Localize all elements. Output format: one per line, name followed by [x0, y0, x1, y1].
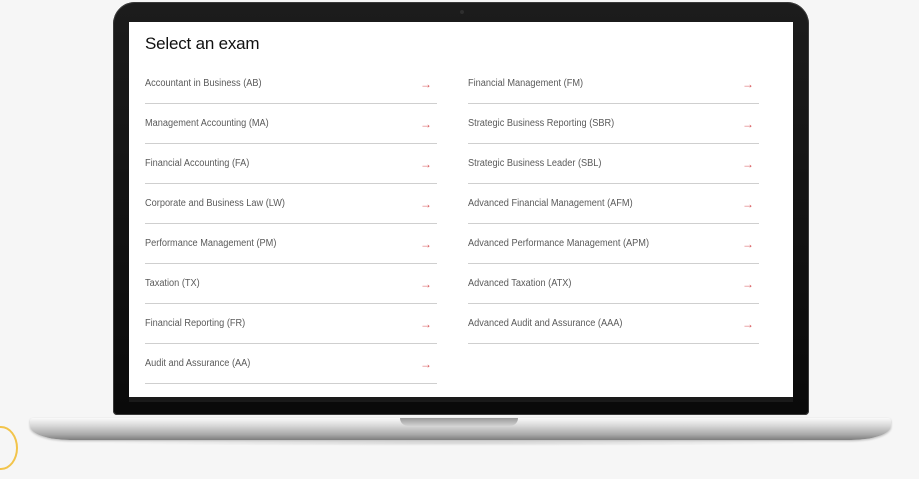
exam-item[interactable]: Corporate and Business Law (LW) → [145, 184, 437, 224]
exam-item[interactable]: Advanced Performance Management (APM) → [468, 224, 759, 264]
exam-label: Advanced Audit and Assurance (AAA) [468, 318, 623, 329]
exam-item[interactable]: Management Accounting (MA) → [145, 104, 437, 144]
exam-label: Accountant in Business (AB) [145, 78, 262, 89]
exam-label: Strategic Business Leader (SBL) [468, 158, 602, 169]
arrow-right-icon: → [420, 76, 432, 91]
exam-label: Financial Accounting (FA) [145, 158, 250, 169]
exam-list-left: Accountant in Business (AB) → Management… [145, 64, 437, 384]
arrow-right-icon: → [742, 316, 754, 331]
exam-item[interactable]: Strategic Business Leader (SBL) → [468, 144, 759, 184]
exam-item[interactable]: Advanced Financial Management (AFM) → [468, 184, 759, 224]
arrow-right-icon: → [420, 276, 432, 291]
exam-label: Financial Management (FM) [468, 78, 584, 89]
exam-label: Corporate and Business Law (LW) [145, 198, 285, 209]
exam-label: Advanced Performance Management (APM) [468, 238, 650, 249]
screen-bezel-bottom [129, 397, 793, 402]
laptop-shadow [90, 440, 830, 446]
laptop-lid: Select an exam Accountant in Business (A… [113, 2, 809, 415]
exam-label: Taxation (TX) [145, 278, 200, 289]
exam-label: Strategic Business Reporting (SBR) [468, 118, 615, 129]
arrow-right-icon: → [420, 356, 432, 371]
laptop-hinge-notch [400, 418, 518, 426]
exam-item[interactable]: Financial Accounting (FA) → [145, 144, 437, 184]
arrow-right-icon: → [420, 156, 432, 171]
arrow-right-icon: → [420, 196, 432, 211]
exam-item[interactable]: Strategic Business Reporting (SBR) → [468, 104, 759, 144]
exam-item[interactable]: Advanced Audit and Assurance (AAA) → [468, 304, 759, 344]
exam-label: Audit and Assurance (AA) [145, 358, 251, 369]
arrow-right-icon: → [742, 116, 754, 131]
arrow-right-icon: → [742, 76, 754, 91]
arrow-right-icon: → [420, 116, 432, 131]
page-title: Select an exam [145, 34, 260, 53]
arrow-right-icon: → [420, 316, 432, 331]
exam-item[interactable]: Accountant in Business (AB) → [145, 64, 437, 104]
exam-label: Advanced Financial Management (AFM) [468, 198, 633, 209]
exam-item[interactable]: Performance Management (PM) → [145, 224, 437, 264]
exam-item[interactable]: Taxation (TX) → [145, 264, 437, 304]
exam-label: Management Accounting (MA) [145, 118, 269, 129]
arrow-right-icon: → [742, 196, 754, 211]
arrow-right-icon: → [742, 156, 754, 171]
highlight-circle [0, 426, 18, 470]
exam-label: Financial Reporting (FR) [145, 318, 246, 329]
arrow-right-icon: → [420, 236, 432, 251]
exam-item[interactable]: Audit and Assurance (AA) → [145, 344, 437, 384]
exam-label: Advanced Taxation (ATX) [468, 278, 572, 289]
arrow-right-icon: → [742, 276, 754, 291]
exam-item[interactable]: Advanced Taxation (ATX) → [468, 264, 759, 304]
exam-item[interactable]: Financial Reporting (FR) → [145, 304, 437, 344]
exam-list-right: Financial Management (FM) → Strategic Bu… [468, 64, 759, 344]
arrow-right-icon: → [742, 236, 754, 251]
exam-label: Performance Management (PM) [145, 238, 277, 249]
laptop-screen: Select an exam Accountant in Business (A… [129, 22, 793, 397]
exam-item[interactable]: Financial Management (FM) → [468, 64, 759, 104]
camera-icon [460, 10, 464, 14]
laptop-mockup: Select an exam Accountant in Business (A… [0, 0, 919, 479]
